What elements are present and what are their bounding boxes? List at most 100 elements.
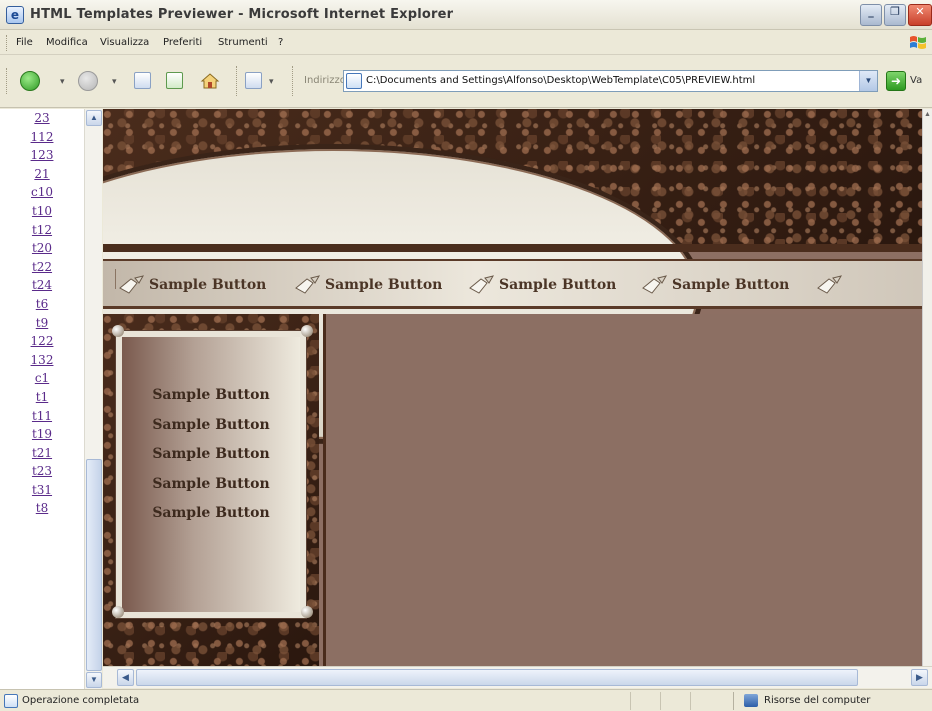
my-computer-icon xyxy=(744,694,758,707)
toolbar-separator xyxy=(292,66,293,96)
template-link-list: 23 112 123 21 c10 t10 t12 t20 t22 t24 t6… xyxy=(0,111,84,520)
horizontal-scroll-thumb[interactable] xyxy=(136,669,858,686)
refresh-icon[interactable] xyxy=(166,72,183,89)
menu-visualizza[interactable]: Visualizza xyxy=(100,37,149,48)
menu-bar: File Modifica Visualizza Preferiti Strum… xyxy=(0,31,932,55)
template-link[interactable]: 122 xyxy=(0,334,84,353)
toolbar-grip xyxy=(6,68,9,94)
template-link[interactable]: t21 xyxy=(0,446,84,465)
menu-strumenti[interactable]: Strumenti xyxy=(218,37,268,48)
forward-dropdown-icon[interactable]: ▾ xyxy=(112,77,117,87)
menu-modifica[interactable]: Modifica xyxy=(46,37,88,48)
template-link[interactable]: 123 xyxy=(0,148,84,167)
back-dropdown-icon[interactable]: ▾ xyxy=(60,77,65,87)
nav-end-ornament xyxy=(815,273,845,297)
nav-button-label: Sample Button xyxy=(672,277,790,293)
template-link[interactable]: 112 xyxy=(0,130,84,149)
template-link[interactable]: 23 xyxy=(0,111,84,130)
nav-button[interactable]: Sample Button xyxy=(640,273,789,297)
media-icon[interactable] xyxy=(245,72,262,89)
paddle-icon xyxy=(469,275,495,294)
template-link[interactable]: t10 xyxy=(0,204,84,223)
address-label: Indirizzo xyxy=(304,75,346,86)
windows-flag-icon xyxy=(910,36,926,49)
nav-button[interactable]: Sample Button xyxy=(467,273,616,297)
rivet-ornament xyxy=(301,325,313,337)
nav-button-label: Sample Button xyxy=(149,277,267,293)
rivet-ornament xyxy=(112,606,124,618)
template-link[interactable]: t22 xyxy=(0,260,84,279)
scroll-left-icon[interactable]: ◀ xyxy=(117,669,134,686)
nav-button[interactable]: Sample Button xyxy=(293,273,442,297)
menu-grip xyxy=(6,35,9,51)
template-link[interactable]: t9 xyxy=(0,316,84,335)
menu-preferiti[interactable]: Preferiti xyxy=(163,37,202,48)
minimize-icon: _ xyxy=(868,5,874,18)
status-bar: Operazione completata Risorse del comput… xyxy=(0,689,932,711)
scroll-right-icon[interactable]: ▶ xyxy=(911,669,928,686)
template-link[interactable]: t23 xyxy=(0,464,84,483)
zone-text: Risorse del computer xyxy=(764,695,871,706)
home-icon[interactable] xyxy=(200,71,220,91)
horizontal-scrollbar[interactable]: ◀ ▶ xyxy=(103,666,932,688)
sidebar-button[interactable]: Sample Button xyxy=(122,505,300,535)
template-link[interactable]: t11 xyxy=(0,409,84,428)
template-link[interactable]: t20 xyxy=(0,241,84,260)
maximize-icon: ❐ xyxy=(890,5,900,18)
ie-icon[interactable]: e xyxy=(6,6,24,24)
template-link[interactable]: t8 xyxy=(0,501,84,520)
rivet-ornament xyxy=(112,325,124,337)
sidebar-menu: Sample Button Sample Button Sample Butto… xyxy=(122,387,300,535)
menu-help[interactable]: ? xyxy=(278,37,283,48)
paddle-icon xyxy=(642,275,668,294)
template-link[interactable]: t6 xyxy=(0,297,84,316)
template-link[interactable]: t19 xyxy=(0,427,84,446)
sidebar-button[interactable]: Sample Button xyxy=(122,387,300,417)
scroll-up-icon[interactable]: ▲ xyxy=(86,110,102,126)
close-button[interactable]: ✕ xyxy=(908,4,932,26)
template-link[interactable]: t1 xyxy=(0,390,84,409)
toolbar: ▾ ▾ ▾ Indirizzo C:\Documents and Setting… xyxy=(0,56,932,108)
status-divider xyxy=(630,692,631,710)
window-title: HTML Templates Previewer - Microsoft Int… xyxy=(30,7,454,22)
page-icon xyxy=(346,73,362,89)
template-link[interactable]: 132 xyxy=(0,353,84,372)
paddle-icon xyxy=(295,275,321,294)
title-bar: e HTML Templates Previewer - Microsoft I… xyxy=(0,0,932,30)
stop-icon[interactable] xyxy=(134,72,151,89)
forward-button[interactable] xyxy=(78,71,98,91)
sidebar-button[interactable]: Sample Button xyxy=(122,476,300,506)
scroll-thumb[interactable] xyxy=(86,459,102,671)
menu-file[interactable]: File xyxy=(16,37,33,48)
maximize-button[interactable]: ❐ xyxy=(884,4,906,26)
sidebar-button[interactable]: Sample Button xyxy=(122,417,300,447)
go-button[interactable]: ➜ xyxy=(886,71,906,91)
top-nav-bar: Sample Button Sample Button Sample Butto… xyxy=(103,259,932,309)
nav-button[interactable]: Sample Button xyxy=(115,269,267,297)
address-url[interactable]: C:\Documents and Settings\Alfonso\Deskto… xyxy=(366,75,755,86)
left-vertical-scrollbar[interactable]: ▲ ▼ xyxy=(84,109,102,689)
media-dropdown-icon[interactable]: ▾ xyxy=(269,77,274,87)
template-list-frame: 23 112 123 21 c10 t10 t12 t20 t22 t24 t6… xyxy=(0,109,102,689)
address-field[interactable]: C:\Documents and Settings\Alfonso\Deskto… xyxy=(343,70,878,92)
toolbar-separator xyxy=(236,66,237,96)
template-preview-frame: Sample Button Sample Button Sample Butto… xyxy=(103,109,932,666)
nav-button-label: Sample Button xyxy=(499,277,617,293)
template-link[interactable]: c1 xyxy=(0,371,84,390)
paddle-icon xyxy=(119,275,145,294)
main-vertical-scrollbar[interactable]: ▲ xyxy=(922,109,932,666)
sidebar-button[interactable]: Sample Button xyxy=(122,446,300,476)
template-link[interactable]: t24 xyxy=(0,278,84,297)
address-dropdown-icon[interactable]: ▼ xyxy=(859,71,877,91)
scroll-down-icon[interactable]: ▼ xyxy=(86,672,102,688)
template-link[interactable]: t12 xyxy=(0,223,84,242)
minimize-button[interactable]: _ xyxy=(860,4,882,26)
template-link[interactable]: c10 xyxy=(0,185,84,204)
scroll-up-icon[interactable]: ▲ xyxy=(923,111,932,125)
template-link[interactable]: t31 xyxy=(0,483,84,502)
back-button[interactable] xyxy=(20,71,40,91)
go-label[interactable]: Va xyxy=(910,75,922,86)
paddle-icon xyxy=(817,275,843,294)
status-divider xyxy=(690,692,691,710)
template-link[interactable]: 21 xyxy=(0,167,84,186)
